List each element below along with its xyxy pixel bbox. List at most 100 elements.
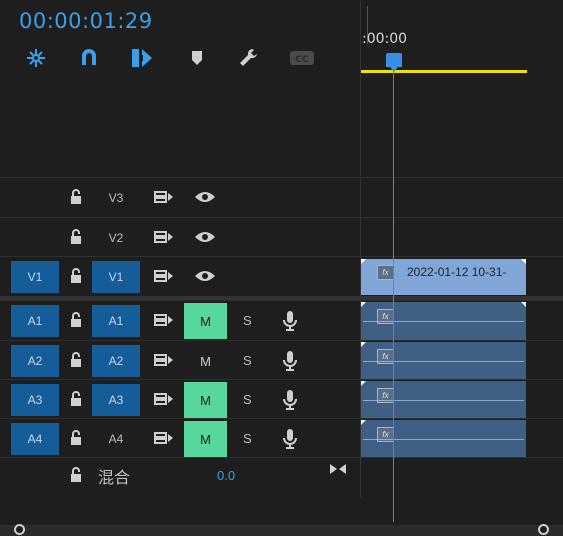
track-label-v1[interactable]: V1: [92, 261, 140, 293]
settings-wrench-icon: [240, 49, 257, 66]
microphone-icon[interactable]: [282, 428, 298, 450]
zoom-scrollbar[interactable]: [0, 525, 563, 536]
microphone-icon[interactable]: [282, 389, 298, 411]
track-label-a4[interactable]: A4: [92, 423, 140, 455]
snap-button[interactable]: [22, 44, 50, 72]
clip-start-marker: [361, 342, 366, 347]
lock-icon[interactable]: [69, 268, 83, 284]
audio-waveform: [363, 439, 524, 440]
lock-icon[interactable]: [69, 312, 83, 328]
track-label-a1[interactable]: A1: [92, 305, 140, 337]
microphone-icon[interactable]: [282, 310, 298, 332]
track-header-v3: V3: [0, 178, 360, 217]
mute-button-a3[interactable]: M: [184, 382, 227, 418]
sync-lock-icon[interactable]: [154, 230, 174, 244]
captions-button[interactable]: CC: [288, 44, 316, 72]
mute-button-a1[interactable]: M: [184, 303, 227, 339]
audio-clip-a1[interactable]: fx: [361, 302, 526, 340]
go-to-end-icon[interactable]: [329, 462, 347, 476]
sync-lock-icon[interactable]: [154, 313, 174, 327]
sync-lock-icon[interactable]: [154, 190, 174, 204]
track-header-a4: A4 A4 M S: [0, 419, 360, 458]
eye-icon[interactable]: [194, 230, 216, 244]
clip-end-marker: [521, 302, 526, 307]
clip-start-marker: [361, 381, 366, 386]
mute-button-a2[interactable]: M: [184, 343, 227, 379]
track-v1: V1 V1 fx 2022-01-12 10-31-: [0, 256, 563, 296]
source-patch-a4[interactable]: A4: [11, 423, 59, 455]
audio-waveform: [363, 321, 524, 322]
solo-button-a2[interactable]: S: [243, 353, 252, 368]
audio-clip-a2[interactable]: fx: [361, 342, 526, 380]
scrollbar-left-handle[interactable]: [14, 524, 25, 535]
add-marker-icon: [192, 51, 202, 65]
lock-icon[interactable]: [69, 430, 83, 446]
snap-icon: [27, 49, 45, 67]
eye-icon[interactable]: [194, 190, 216, 204]
track-header-v2: V2: [0, 218, 360, 257]
track-lane-v3[interactable]: [361, 178, 563, 217]
microphone-icon[interactable]: [282, 350, 298, 372]
source-patch-v1[interactable]: V1: [11, 261, 59, 293]
track-header-a1: A1 A1 M S: [0, 301, 360, 340]
track-header-a2: A2 A2 M S: [0, 341, 360, 380]
solo-button-a1[interactable]: S: [243, 313, 252, 328]
track-label-v3[interactable]: V3: [92, 182, 140, 214]
track-header-v1: V1 V1: [0, 257, 360, 296]
timeline-settings-button[interactable]: [235, 44, 263, 72]
audio-waveform: [363, 361, 524, 362]
playhead-line: [393, 67, 394, 522]
source-patch-a2[interactable]: A2: [11, 345, 59, 377]
ruler-time-label: :00:00: [362, 31, 408, 47]
clip-start-marker: [361, 302, 366, 307]
video-clip[interactable]: fx 2022-01-12 10-31-: [361, 259, 526, 295]
sync-lock-icon[interactable]: [154, 392, 174, 406]
sync-lock-icon[interactable]: [154, 269, 174, 283]
track-label-a3[interactable]: A3: [92, 384, 140, 416]
scrollbar-right-handle[interactable]: [538, 524, 549, 535]
playhead-handle[interactable]: [386, 53, 402, 72]
audio-clip-a3[interactable]: fx: [361, 381, 526, 419]
header-divider: [360, 0, 361, 176]
header-lane-divider: [360, 177, 361, 497]
work-area-bar[interactable]: [361, 70, 527, 73]
clip-start-marker: [361, 420, 366, 425]
source-patch-a1[interactable]: A1: [11, 305, 59, 337]
svg-text:CC: CC: [295, 55, 309, 65]
captions-icon: CC: [290, 51, 314, 65]
mix-volume-value[interactable]: 0.0: [217, 468, 235, 483]
track-v3: V3: [0, 177, 563, 217]
playhead-timecode[interactable]: 00:00:01:29: [19, 9, 153, 33]
add-marker-button[interactable]: [183, 44, 211, 72]
solo-button-a4[interactable]: S: [243, 431, 252, 446]
audio-waveform: [363, 400, 524, 401]
sync-lock-icon[interactable]: [154, 353, 174, 367]
source-patch-a3[interactable]: A3: [11, 384, 59, 416]
lock-icon[interactable]: [69, 352, 83, 368]
mute-button-a4[interactable]: M: [184, 421, 227, 457]
eye-icon[interactable]: [194, 269, 216, 283]
track-lane-v2[interactable]: [361, 218, 563, 257]
track-v2: V2: [0, 217, 563, 257]
mix-track-label: 混合: [98, 468, 131, 487]
lock-icon[interactable]: [69, 391, 83, 407]
lock-icon[interactable]: [69, 229, 83, 245]
linked-selection-icon: [82, 49, 96, 65]
track-header-a3: A3 A3 M S: [0, 380, 360, 419]
clip-start-marker: [361, 259, 366, 264]
clip-name: 2022-01-12 10-31-: [407, 265, 507, 279]
audio-clip-a4[interactable]: fx: [361, 420, 526, 458]
sync-lock-icon[interactable]: [154, 431, 174, 445]
lock-icon[interactable]: [69, 189, 83, 205]
fx-badge[interactable]: fx: [377, 265, 394, 280]
linked-selection-button[interactable]: [75, 44, 103, 72]
solo-button-a3[interactable]: S: [243, 392, 252, 407]
insert-overwrite-icon: [132, 49, 152, 67]
lock-icon[interactable]: [69, 467, 83, 483]
insert-overwrite-button[interactable]: [128, 44, 156, 72]
track-a1: A1 A1 M S fx: [0, 300, 563, 340]
mix-track-row: [0, 457, 563, 496]
track-label-v2[interactable]: V2: [92, 222, 140, 254]
track-label-a2[interactable]: A2: [92, 345, 140, 377]
clip-end-marker: [521, 259, 526, 264]
